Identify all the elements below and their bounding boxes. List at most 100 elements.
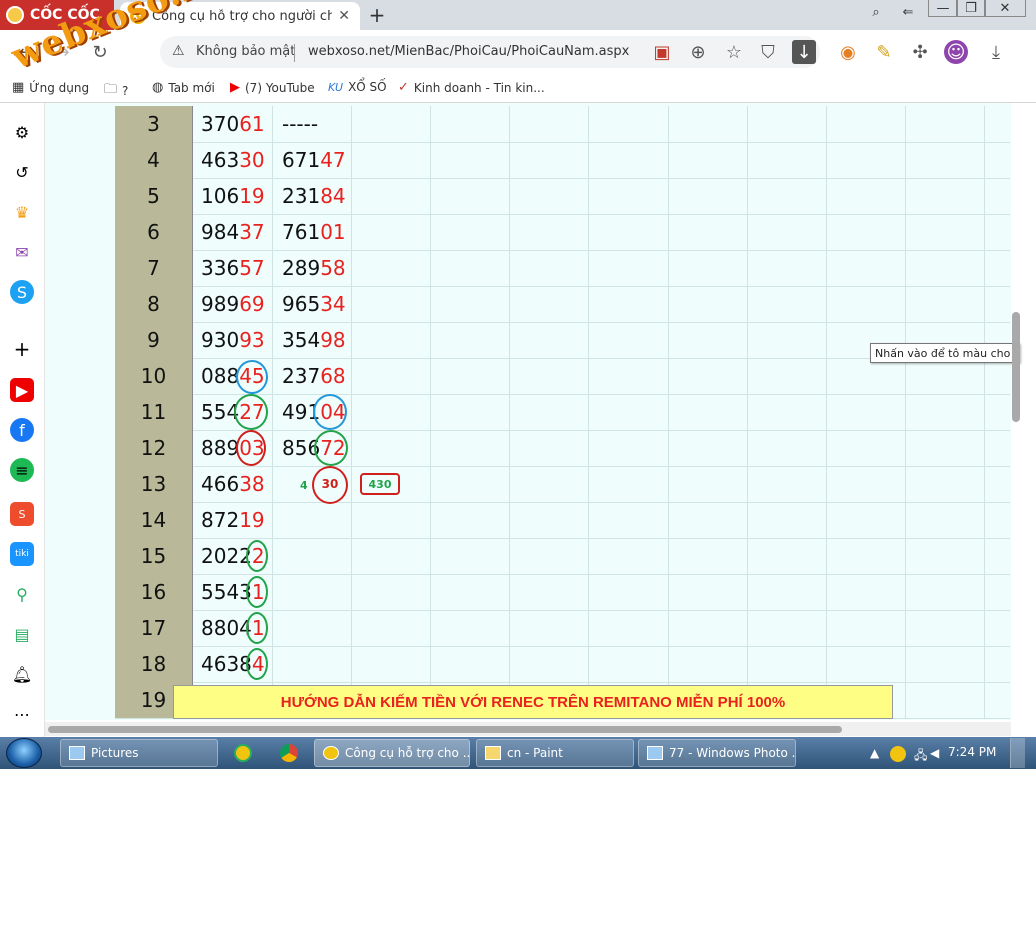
back-arrow-icon[interactable]: ⇐ [890,0,926,24]
youtube-icon: ▶ [230,80,240,95]
history-icon[interactable]: ↺ [10,160,34,184]
spotify-icon[interactable]: ≡ [10,458,34,482]
taskbar-item-pictures[interactable]: Pictures [60,739,218,767]
taskbar-label: 77 - Windows Photo ... [669,746,796,760]
bookmark-new-tab[interactable]: ◍ Tab mới [152,80,215,95]
result-cell[interactable]: 872 19 [201,502,265,538]
map-pin-icon[interactable]: ⚲ [10,582,34,606]
result-cell[interactable]: 289 58 [282,250,346,286]
notifications-bell-icon[interactable]: 🔔︎ [10,662,34,686]
result-cell[interactable]: 965 34 [282,286,346,322]
result-prefix: 354 [282,328,321,352]
result-cell[interactable]: 930 93 [201,322,265,358]
row-number: 8 [115,286,193,322]
result-cell[interactable]: 761 01 [282,214,346,250]
vertical-scrollbar[interactable] [1012,312,1020,422]
row-number: 10 [115,358,193,394]
messenger-icon[interactable]: ✉ [10,240,34,264]
annotation-circle [236,360,268,394]
downloads-icon[interactable]: ⤓ [984,40,1008,64]
bookmark-label: Tab mới [168,80,215,95]
result-cell[interactable]: ----- [282,106,318,142]
result-cell[interactable]: 370 61 [201,106,265,142]
shield-icon[interactable]: ⛉ [756,40,780,64]
coccoc-pin-icon[interactable] [234,744,252,762]
taskbar-clock[interactable]: 7:24 PM [948,745,996,759]
new-tab-button[interactable]: + [364,2,390,28]
result-prefix: ----- [282,112,319,136]
result-cell[interactable]: 106 19 [201,178,265,214]
zoom-icon[interactable]: ⊕ [686,40,710,64]
result-prefix: 289 [282,256,321,280]
bookmark-apps[interactable]: ▦ Ứng dụng [12,80,89,95]
result-tail: 30 [239,148,265,172]
result-cell[interactable]: 237 68 [282,358,346,394]
warning-icon[interactable]: ⚠ [172,43,185,59]
skype-icon[interactable]: S [10,280,34,304]
extensions-puzzle-icon[interactable]: ✣ [908,40,932,64]
result-cell[interactable]: 336 57 [201,250,265,286]
settings-gear-icon[interactable]: ⚙ [10,120,34,144]
url-text[interactable]: webxoso.net/MienBac/PhoiCau/PhoiCauNam.a… [308,44,629,59]
tiki-icon[interactable]: tiki [10,542,34,566]
annotation-circle [313,394,347,430]
result-cell[interactable]: 354 98 [282,322,346,358]
bookmark-youtube[interactable]: ▶ (7) YouTube [230,80,315,95]
result-cell[interactable]: 671 47 [282,142,346,178]
promo-banner[interactable]: HƯỚNG DẪN KIẾM TIỀN VỚI RENEC TRÊN REMIT… [173,685,893,719]
tab-search-icon[interactable]: ⌕ [858,0,894,24]
profile-avatar-icon[interactable]: ☺ [944,40,968,64]
bookmark-folder[interactable]: 🗀 ? [104,80,128,102]
result-cell[interactable]: 466 38 [201,466,265,502]
network-icon[interactable]: 🖧 [914,746,927,767]
check-icon: ✓ [398,80,409,95]
result-cell[interactable]: 989 69 [201,286,265,322]
spreadsheet-icon[interactable]: ▤ [10,622,34,646]
download-arrow-icon[interactable]: ↓ [792,40,816,64]
row-number: 12 [115,430,193,466]
result-tail: 19 [239,508,265,532]
taskbar-item-browser[interactable]: Công cụ hỗ trợ cho ... [314,739,470,767]
show-desktop-button[interactable] [1010,738,1025,768]
crown-icon[interactable]: ♛ [10,200,34,224]
horizontal-scrollbar[interactable] [48,726,842,733]
result-cell[interactable]: 463 30 [201,142,265,178]
more-menu-icon[interactable]: ⋯ [10,702,34,726]
add-panel-icon[interactable]: + [10,337,34,361]
security-label[interactable]: Không bảo mật [196,44,295,59]
result-cell[interactable]: 231 84 [282,178,346,214]
result-prefix: 8804 [201,616,252,640]
facebook-icon[interactable]: f [10,418,34,442]
youtube-sidebar-icon[interactable]: ▶ [10,378,34,402]
shopee-icon[interactable]: S [10,502,34,526]
result-tail: 38 [239,472,265,496]
result-tail: 98 [320,328,346,352]
taskbar-item-paint[interactable]: cn - Paint [476,739,634,767]
result-cell[interactable]: 984 37 [201,214,265,250]
row-number: 3 [115,106,193,142]
bookmark-label: Ứng dụng [29,80,90,95]
maximize-button[interactable]: ❐ [956,0,986,17]
close-window-button[interactable]: ✕ [984,0,1026,17]
coccoc-extension-icon[interactable]: ◉ [836,40,860,64]
minimize-button[interactable]: — [928,0,958,17]
bookmark-star-icon[interactable]: ☆ [722,40,746,64]
result-prefix: 370 [201,112,240,136]
annotation-circle [312,466,348,504]
volume-icon[interactable]: ◀ [930,746,939,760]
bookmark-kinh-doanh[interactable]: ✓ Kinh doanh - Tin kin... [398,80,545,95]
tray-coccoc-icon[interactable] [890,746,906,762]
pencil-icon[interactable]: ✎ [872,40,896,64]
start-button[interactable] [6,738,42,768]
chrome-pin-icon[interactable] [280,744,298,762]
row-number: 4 [115,142,193,178]
omnibox-divider [294,44,295,62]
tab-close-icon[interactable]: ✕ [338,8,350,24]
table-row: 7 336 57 289 58 [115,250,1010,287]
bookmark-xoso[interactable]: KU XỔ SỐ [328,80,387,94]
taskbar-item-photo-viewer[interactable]: 77 - Windows Photo ... [638,739,796,767]
result-tail: 01 [320,220,346,244]
tray-expand-icon[interactable]: ▲ [870,746,879,760]
blocked-popup-icon[interactable]: ▣ [650,40,674,64]
row-number: 7 [115,250,193,286]
